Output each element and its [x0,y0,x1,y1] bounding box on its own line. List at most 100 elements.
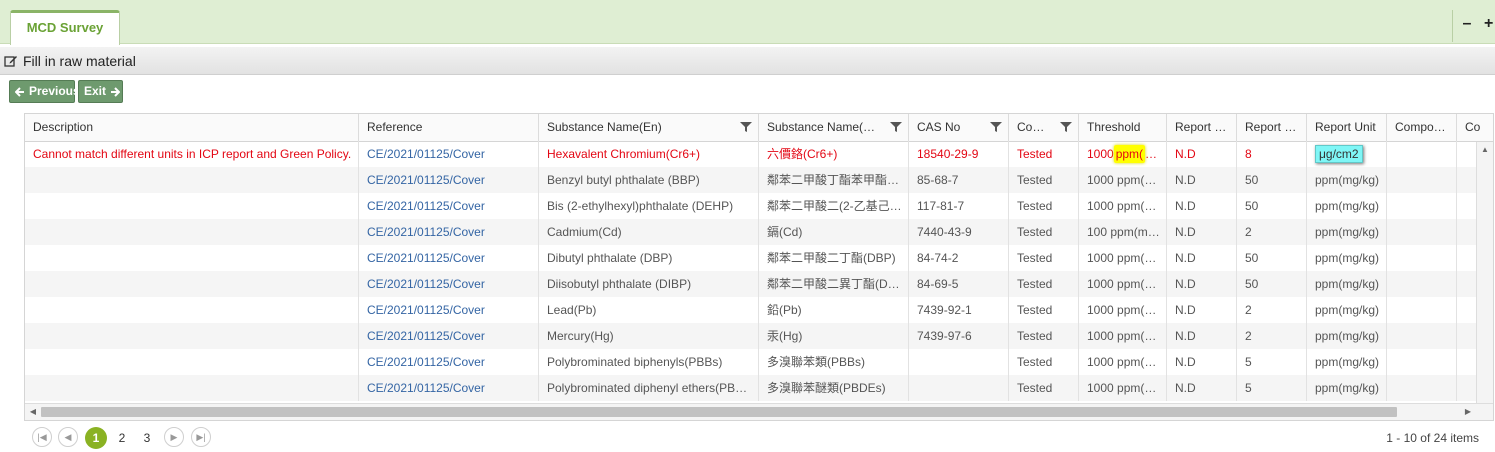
cell-threshold: 1000 ppm(… [1079,141,1167,167]
cell-reference[interactable]: CE/2021/01125/Cover [359,193,539,219]
prev-page-icon[interactable]: ◀ [58,427,78,447]
column-header-compo[interactable]: Compo… [1387,114,1457,141]
cell-description [25,167,359,193]
column-header-report-unit[interactable]: Report Unit [1307,114,1387,141]
cell-report-a: N.D [1167,245,1237,271]
cell-cas: 7440-43-9 [909,219,1009,245]
cell-description [25,349,359,375]
cell-reference[interactable]: CE/2021/01125/Cover [359,297,539,323]
scroll-left-icon[interactable]: ◀ [26,404,40,420]
arrow-right-icon [111,86,121,97]
cell-reference[interactable]: CE/2021/01125/Cover [359,375,539,401]
cell-reference[interactable]: CE/2021/01125/Cover [359,349,539,375]
cell-threshold: 1000 ppm(… [1079,193,1167,219]
horizontal-scroll-thumb[interactable] [41,407,1397,417]
cell-cas: 7439-97-6 [909,323,1009,349]
cell-cas: 117-81-7 [909,193,1009,219]
table-row[interactable]: CE/2021/01125/Cover Bis (2-ethylhexyl)ph… [25,193,1493,219]
scroll-up-icon[interactable]: ▲ [1478,142,1492,158]
column-header-substance-en[interactable]: Substance Name(En) [539,114,759,141]
page-1-button[interactable]: 1 [85,427,107,449]
column-header-co[interactable]: Co [1457,114,1493,141]
table-row[interactable]: CE/2021/01125/Cover Cadmium(Cd) 鎘(Cd) 74… [25,219,1493,245]
page-3-button[interactable]: 3 [136,427,158,449]
table-row[interactable]: CE/2021/01125/Cover Lead(Pb) 鉛(Pb) 7439-… [25,297,1493,323]
cell-report-a: N.D [1167,297,1237,323]
cell-cas: 7439-92-1 [909,297,1009,323]
dock-button[interactable]: + [1484,14,1495,34]
cell-reference[interactable]: CE/2021/01125/Cover [359,323,539,349]
column-header-description[interactable]: Description [25,114,359,141]
column-header-threshold[interactable]: Threshold [1079,114,1167,141]
column-header-report-a[interactable]: Report … [1167,114,1237,141]
cell-report-unit: ppm(mg/kg) [1307,297,1387,323]
top-tab-bar: MCD Survey – + [0,0,1495,45]
cell-report-unit: ppm(mg/kg) [1307,167,1387,193]
tab-mcd-survey[interactable]: MCD Survey [10,10,120,45]
scroll-right-icon[interactable]: ▶ [1461,404,1475,420]
table-row[interactable]: Cannot match different units in ICP repo… [25,141,1493,167]
cell-substance-en: Benzyl butyl phthalate (BBP) [539,167,759,193]
table-row[interactable]: CE/2021/01125/Cover Diisobutyl phthalate… [25,271,1493,297]
cell-report-unit: ppm(mg/kg) [1307,219,1387,245]
previous-button[interactable]: Previous [9,80,80,103]
cell-status: Tested [1009,271,1079,297]
table-row[interactable]: CE/2021/01125/Cover Dibutyl phthalate (D… [25,245,1493,271]
cell-report-b: 50 [1237,245,1307,271]
cell-description [25,271,359,297]
cell-substance-en: Polybrominated diphenyl ethers(PB… [539,375,759,401]
edit-icon [4,56,17,67]
cell-report-a: N.D [1167,193,1237,219]
column-header-cas[interactable]: CAS No [909,114,1009,141]
first-page-icon[interactable]: |◀ [32,427,52,447]
cell-reference[interactable]: CE/2021/01125/Cover [359,271,539,297]
cell-threshold: 1000 ppm(… [1079,375,1167,401]
cell-description [25,297,359,323]
exit-button[interactable]: Exit [78,80,123,103]
filter-icon[interactable] [990,121,1002,133]
column-header-report-b[interactable]: Report … [1237,114,1307,141]
grid-header: Description Reference Substance Name(En)… [25,114,1493,142]
filter-icon[interactable] [1060,121,1072,133]
page-2-button[interactable]: 2 [111,427,133,449]
cell-report-a: N.D [1167,141,1237,167]
column-header-label: CAS No [917,120,961,134]
cell-threshold: 1000 ppm(… [1079,167,1167,193]
cell-compo [1387,141,1457,167]
filter-icon[interactable] [890,121,902,133]
cell-report-a: N.D [1167,375,1237,401]
column-header-label: Co… [1017,120,1045,134]
cell-threshold: 100 ppm(m… [1079,219,1167,245]
cell-reference[interactable]: CE/2021/01125/Cover [359,219,539,245]
cell-substance-en: Polybrominated biphenyls(PBBs) [539,349,759,375]
filter-icon[interactable] [740,121,752,133]
last-page-icon[interactable]: ▶| [191,427,211,447]
cell-status: Tested [1009,323,1079,349]
vertical-scrollbar[interactable]: ▲ [1476,142,1493,404]
cell-report-unit: μg/cm2 [1307,141,1387,167]
table-row[interactable]: CE/2021/01125/Cover Polybrominated biphe… [25,349,1493,375]
cell-cas: 85-68-7 [909,167,1009,193]
column-header-status[interactable]: Co… [1009,114,1079,141]
table-row[interactable]: CE/2021/01125/Cover Mercury(Hg) 汞(Hg) 74… [25,323,1493,349]
cell-compo [1387,297,1457,323]
cell-description [25,219,359,245]
cell-substance-zh: 鄰苯二甲酸二(2-乙基己… [759,193,909,219]
column-header-substance-zh[interactable]: Substance Name(… [759,114,909,141]
threshold-value: 1000 [1087,147,1114,161]
cell-reference[interactable]: CE/2021/01125/Cover [359,141,539,167]
cell-substance-en: Mercury(Hg) [539,323,759,349]
table-row[interactable]: CE/2021/01125/Cover Polybrominated diphe… [25,375,1493,401]
cell-reference[interactable]: CE/2021/01125/Cover [359,167,539,193]
minimize-button[interactable]: – [1460,14,1474,34]
cell-status: Tested [1009,297,1079,323]
cell-report-a: N.D [1167,349,1237,375]
cell-substance-zh: 多溴聯苯類(PBBs) [759,349,909,375]
next-page-icon[interactable]: ▶ [164,427,184,447]
cell-reference[interactable]: CE/2021/01125/Cover [359,245,539,271]
cell-substance-en: Hexavalent Chromium(Cr6+) [539,141,759,167]
horizontal-scrollbar[interactable]: ◀ ▶ [25,403,1493,420]
panel-title-bar: Fill in raw material [0,47,1495,75]
column-header-reference[interactable]: Reference [359,114,539,141]
table-row[interactable]: CE/2021/01125/Cover Benzyl butyl phthala… [25,167,1493,193]
